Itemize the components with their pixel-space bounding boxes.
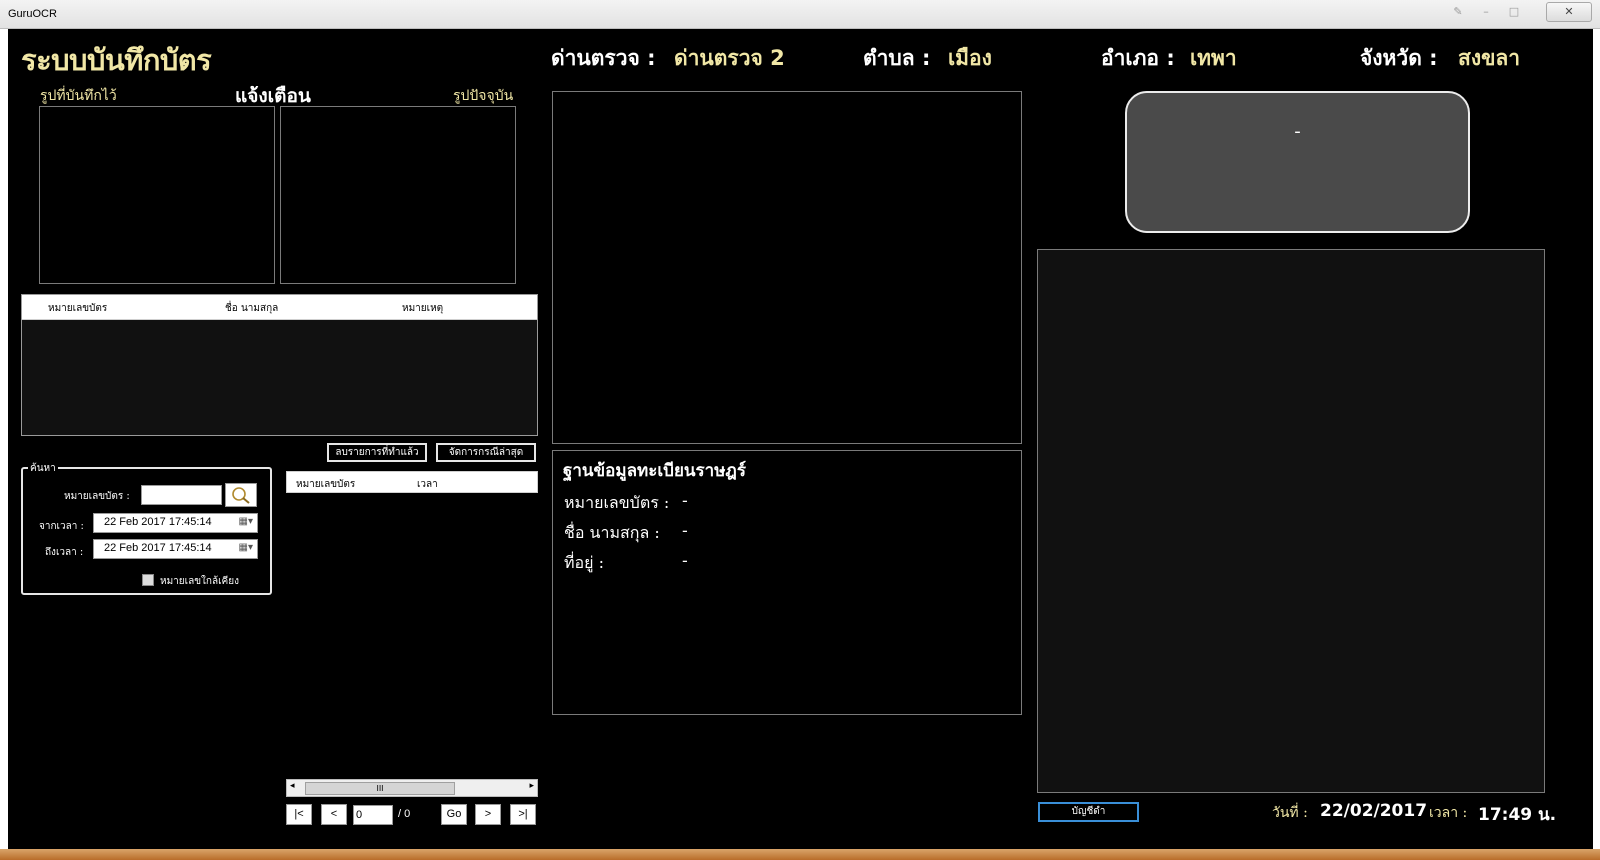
- registry-title: ฐานข้อมูลทะเบียนราษฎร์: [563, 461, 746, 481]
- current-photo-box: [280, 106, 516, 284]
- minimize-icon[interactable]: –: [1478, 3, 1494, 21]
- registry-address-label: ที่อยู่ :: [564, 553, 605, 572]
- close-button[interactable]: ✕: [1546, 2, 1592, 22]
- subdistrict-label: ตำบล :: [863, 46, 931, 70]
- date-value: 22/02/2017: [1320, 801, 1428, 821]
- column-card-number[interactable]: หมายเลขบัตร: [48, 301, 107, 316]
- prev-page-button[interactable]: <: [321, 804, 347, 825]
- handle-latest-button[interactable]: จัดการกรณีล่าสุด: [436, 443, 536, 462]
- checkpoint-value: ด่านตรวจ 2: [674, 46, 785, 70]
- similar-number-label: หมายเลขใกล้เคียง: [160, 576, 239, 587]
- window-bottom-border: [0, 849, 1600, 860]
- window-titlebar: GuruOCR ✎ – □ ✕: [0, 0, 1600, 29]
- card-image-view: [1037, 249, 1545, 793]
- first-page-button[interactable]: |<: [286, 804, 312, 825]
- pin-icon[interactable]: ✎: [1450, 3, 1466, 21]
- search-icon: [232, 487, 250, 504]
- registry-card-value: -: [682, 491, 688, 510]
- go-button[interactable]: Go: [441, 804, 467, 825]
- results-grid-header: หมายเลขบัตร เวลา: [286, 471, 538, 493]
- camera-view: [552, 91, 1022, 444]
- horizontal-scrollbar[interactable]: ◂ III ▸: [286, 779, 538, 797]
- column-time[interactable]: เวลา: [417, 477, 438, 492]
- scroll-right-icon[interactable]: ▸: [529, 781, 534, 791]
- page-number-input[interactable]: [353, 805, 393, 825]
- to-time-picker[interactable]: 22 Feb 2017 17:45:14 ▦▾: [93, 539, 258, 559]
- column-card-number[interactable]: หมายเลขบัตร: [296, 477, 355, 492]
- checkpoint-label: ด่านตรวจ :: [551, 46, 656, 70]
- column-remark[interactable]: หมายเหตุ: [402, 301, 443, 316]
- page-total: / 0: [398, 808, 411, 820]
- next-page-button[interactable]: >: [475, 804, 501, 825]
- subdistrict-value: เมือง: [948, 46, 992, 70]
- search-button[interactable]: [225, 483, 257, 507]
- province-label: จังหวัด :: [1360, 46, 1438, 70]
- blacklist-button[interactable]: บัญชีดำ: [1038, 802, 1139, 822]
- main-window: ระบบบันทึกบัตร ด่านตรวจ : ด่านตรวจ 2 ตำบ…: [8, 29, 1593, 849]
- system-title: ระบบบันทึกบัตร: [21, 43, 212, 77]
- current-photo-label: รูปปัจจุบัน: [453, 88, 514, 104]
- alert-grid[interactable]: หมายเลขบัตร ชื่อ นามสกุล หมายเหตุ: [21, 294, 538, 436]
- district-value: เทพา: [1190, 46, 1237, 70]
- clear-done-button[interactable]: ลบรายการที่ทำแล้ว: [327, 443, 427, 462]
- scroll-left-icon[interactable]: ◂: [290, 781, 295, 791]
- card-number-label: หมายเลขบัตร :: [64, 491, 130, 502]
- ocr-result-value: -: [1294, 121, 1301, 142]
- ocr-result-panel: -: [1125, 91, 1470, 233]
- from-time-value: 22 Feb 2017 17:45:14: [104, 516, 212, 528]
- district-label: อำเภอ :: [1101, 46, 1175, 70]
- from-time-picker[interactable]: 22 Feb 2017 17:45:14 ▦▾: [93, 513, 258, 533]
- registry-card-label: หมายเลขบัตร :: [564, 493, 670, 512]
- to-time-value: 22 Feb 2017 17:45:14: [104, 542, 212, 554]
- date-label: วันที่ :: [1272, 805, 1308, 821]
- window-title: GuruOCR: [8, 8, 57, 20]
- registry-address-value: -: [682, 551, 688, 570]
- saved-photo-label: รูปที่บันทึกไว้: [40, 88, 117, 104]
- province-value: สงขลา: [1458, 46, 1521, 70]
- calendar-dropdown-icon[interactable]: ▦▾: [239, 516, 253, 527]
- card-number-input[interactable]: [141, 485, 222, 505]
- scroll-thumb[interactable]: III: [305, 782, 455, 795]
- saved-photo-box: [39, 106, 275, 284]
- maximize-icon[interactable]: □: [1506, 3, 1522, 21]
- time-label: เวลา :: [1429, 805, 1468, 821]
- calendar-dropdown-icon[interactable]: ▦▾: [239, 542, 253, 553]
- registry-name-value: -: [682, 521, 688, 540]
- search-group-title: ค้นหา: [28, 461, 58, 476]
- from-time-label: จากเวลา :: [39, 521, 84, 532]
- registry-panel: ฐานข้อมูลทะเบียนราษฎร์ หมายเลขบัตร : - ช…: [552, 450, 1022, 715]
- column-full-name[interactable]: ชื่อ นามสกุล: [225, 301, 278, 316]
- similar-number-checkbox[interactable]: [142, 574, 154, 586]
- alert-grid-header: หมายเลขบัตร ชื่อ นามสกุล หมายเหตุ: [22, 295, 537, 320]
- registry-name-label: ชื่อ นามสกุล :: [564, 523, 660, 542]
- time-value: 17:49 น.: [1478, 805, 1557, 825]
- to-time-label: ถึงเวลา :: [45, 547, 84, 558]
- last-page-button[interactable]: >|: [510, 804, 536, 825]
